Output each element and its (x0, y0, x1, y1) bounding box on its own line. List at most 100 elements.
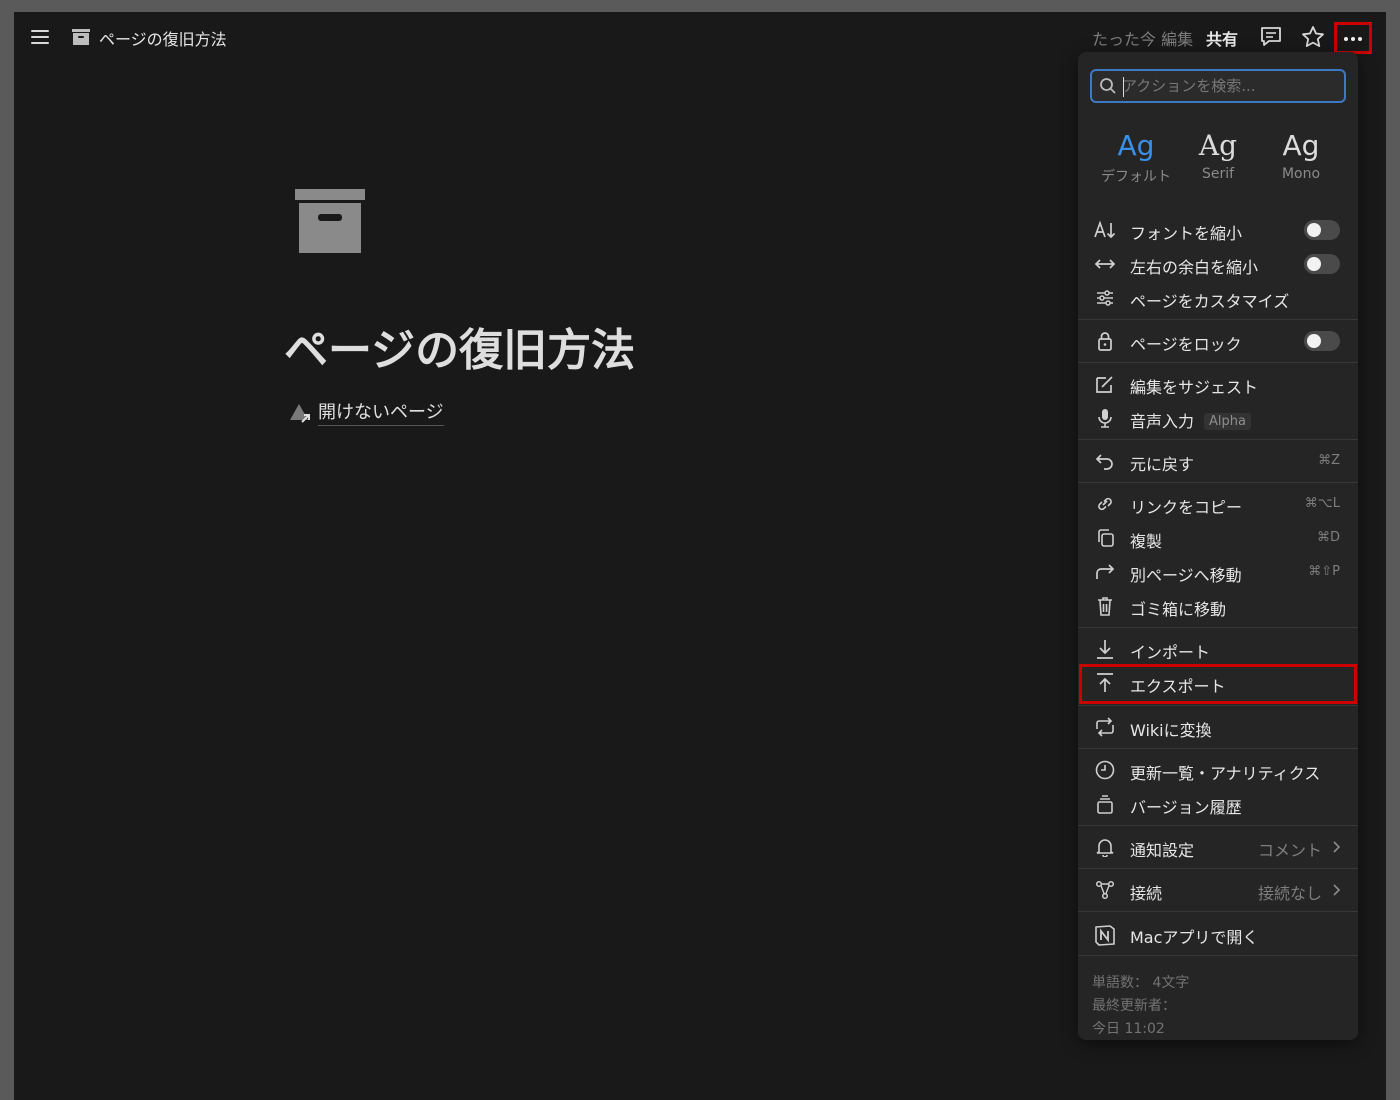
font-serif-label: Serif (1201, 166, 1235, 182)
menu-item-label: フォントを縮小 (1130, 224, 1243, 243)
menu-item-trash[interactable]: ゴミ箱に移動 (1078, 589, 1358, 623)
menu-item-label: 更新一覧・アナリティクス (1130, 764, 1321, 783)
font-size-icon (1094, 220, 1116, 240)
font-default-sample: Ag (1117, 129, 1155, 162)
menu-item-duplicate[interactable]: 複製 ⌘D (1078, 521, 1358, 555)
more-options-button[interactable] (1334, 22, 1372, 54)
menu-item-open-mac-app[interactable]: Macアプリで開く (1078, 917, 1358, 951)
menu-item-label: 元に戻す (1130, 455, 1195, 474)
link-icon (1094, 494, 1116, 514)
menu-item-label: 左右の余白を縮小 (1130, 258, 1259, 277)
menu-item-copy-link[interactable]: リンクをコピー ⌘⌥L (1078, 487, 1358, 521)
chevron-right-icon (1330, 884, 1342, 896)
menu-item-label: ページをカスタマイズ (1130, 292, 1290, 311)
divider (1078, 705, 1358, 706)
shortcut-label: ⌘Z (1318, 453, 1340, 468)
star-icon[interactable] (1300, 24, 1326, 50)
microphone-icon (1094, 408, 1116, 428)
action-search[interactable] (1090, 69, 1346, 103)
menu-item-label: 別ページへ移動 (1130, 566, 1242, 585)
menu-item-notifications[interactable]: 通知設定 コメント (1078, 830, 1358, 864)
breadcrumb-page-title[interactable]: ページの復旧方法 (99, 26, 227, 50)
search-icon (1099, 77, 1117, 95)
divider (1078, 439, 1358, 440)
menu-item-undo[interactable]: 元に戻す ⌘Z (1078, 444, 1358, 478)
menu-item-suggest-edits[interactable]: 編集をサジェスト (1078, 367, 1358, 401)
archive-icon (71, 28, 91, 46)
share-button[interactable]: 共有 (1206, 26, 1238, 50)
font-serif-option[interactable]: Ag Serif (1178, 128, 1258, 182)
import-icon (1094, 639, 1116, 659)
history-stack-icon (1094, 794, 1116, 814)
menu-item-version-history[interactable]: バージョン履歴 (1078, 787, 1358, 821)
sliders-icon (1094, 288, 1116, 308)
divider (1078, 911, 1358, 912)
arrows-horizontal-icon (1094, 254, 1116, 274)
divider (1078, 319, 1358, 320)
more-icon (1344, 37, 1348, 41)
divider (1078, 825, 1358, 826)
lock-toggle[interactable] (1304, 331, 1340, 351)
last-edited-label: たった今 編集 (1092, 30, 1194, 49)
suggest-edit-icon (1094, 374, 1116, 394)
font-default-label: デフォルト (1101, 169, 1171, 185)
divider (1078, 955, 1358, 956)
duplicate-icon (1094, 528, 1116, 548)
last-editor: 最終更新者： (1092, 998, 1176, 1014)
page-link-label[interactable]: 開けないページ (318, 398, 444, 426)
small-text-toggle[interactable] (1304, 220, 1340, 240)
page-info-footer: 単語数： 4文字 最終更新者： 今日 11:02 (1092, 972, 1189, 1041)
page-archive-icon[interactable] (294, 188, 366, 254)
font-mono-sample: Ag (1282, 129, 1320, 162)
menu-item-label: ページをロック (1130, 335, 1242, 354)
connections-value: 接続なし (1257, 884, 1322, 903)
action-search-input[interactable] (1122, 75, 1332, 97)
bell-icon (1094, 837, 1116, 857)
menu-item-lock[interactable]: ページをロック (1078, 324, 1358, 358)
connections-icon (1094, 880, 1116, 900)
page-title[interactable]: ページの復旧方法 (284, 314, 635, 378)
menu-item-turn-into-wiki[interactable]: Wikiに変換 (1078, 710, 1358, 744)
alpha-badge: Alpha (1204, 413, 1251, 430)
menu-item-import[interactable]: インポート (1078, 632, 1358, 666)
comment-icon[interactable] (1258, 24, 1284, 50)
full-width-toggle[interactable] (1304, 254, 1340, 274)
export-highlight-box (1079, 664, 1357, 704)
convert-icon (1094, 717, 1116, 737)
clock-icon (1094, 760, 1116, 780)
menu-icon[interactable] (28, 26, 52, 48)
menu-item-move-to[interactable]: 別ページへ移動 ⌘⇧P (1078, 555, 1358, 589)
menu-item-full-width[interactable]: 左右の余白を縮小 (1078, 247, 1358, 281)
divider (1078, 868, 1358, 869)
menu-item-label: バージョン履歴 (1130, 798, 1242, 817)
voice-label: 音声入力 (1130, 412, 1195, 431)
menu-item-label: ゴミ箱に移動 (1130, 600, 1227, 619)
menu-item-label: Macアプリで開く (1130, 928, 1259, 947)
menu-item-label: リンクをコピー (1130, 498, 1243, 517)
menu-item-label: インポート (1130, 643, 1211, 662)
menu-item-voice-input[interactable]: 音声入力 Alpha (1078, 401, 1358, 435)
menu-item-label: 通知設定 (1130, 841, 1195, 860)
menu-item-label: Wikiに変換 (1130, 721, 1212, 740)
lock-icon (1094, 331, 1116, 351)
menu-item-updates-analytics[interactable]: 更新一覧・アナリティクス (1078, 753, 1358, 787)
menu-item-label: 接続 (1130, 884, 1163, 903)
menu-item-connections[interactable]: 接続 接続なし (1078, 873, 1358, 907)
shortcut-label: ⌘⇧P (1308, 564, 1340, 579)
font-serif-sample: Ag (1198, 129, 1238, 162)
undo-icon (1094, 451, 1116, 471)
divider (1078, 748, 1358, 749)
chevron-right-icon (1330, 841, 1342, 853)
shortcut-label: ⌘D (1316, 530, 1340, 545)
last-updated: 今日 11:02 (1092, 1021, 1165, 1037)
font-default-option[interactable]: Ag デフォルト (1096, 128, 1176, 186)
menu-item-small-text[interactable]: フォントを縮小 (1078, 213, 1358, 247)
warning-link-icon (288, 400, 316, 426)
divider (1078, 627, 1358, 628)
divider (1078, 362, 1358, 363)
menu-item-label: 編集をサジェスト (1130, 378, 1259, 397)
menu-item-label: 複製 (1130, 532, 1163, 551)
font-mono-option[interactable]: Ag Mono (1261, 128, 1341, 182)
page-options-menu: Ag デフォルト Ag Serif Ag Mono フォントを縮小 左右の余白を… (1078, 52, 1358, 1040)
menu-item-customize[interactable]: ページをカスタマイズ (1078, 281, 1358, 315)
